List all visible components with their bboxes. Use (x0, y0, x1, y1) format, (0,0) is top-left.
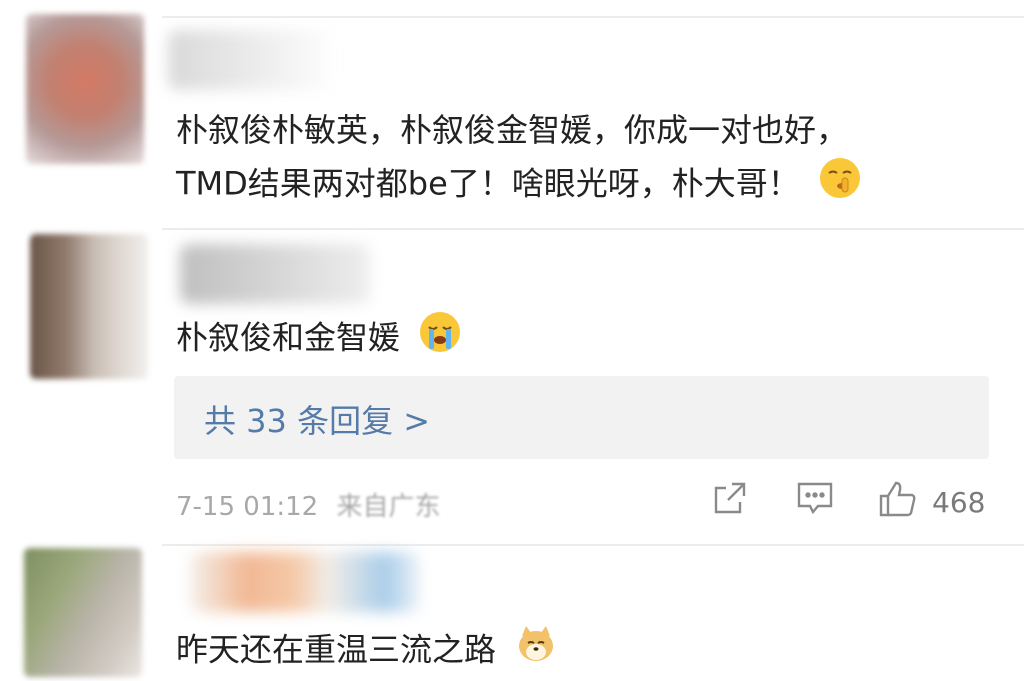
location: 来自广东 (336, 492, 441, 522)
reply-box[interactable]: 共 33 条回复 > (174, 376, 989, 459)
username-blurred[interactable] (190, 552, 420, 612)
comment-icon[interactable] (796, 480, 834, 520)
comment-line: TMD结果两对都be了！啥眼光呀，朴大哥！ (176, 156, 862, 215)
username-blurred[interactable] (168, 30, 338, 90)
comment-line-text: TMD结果两对都be了！啥眼光呀，朴大哥！ (176, 164, 800, 203)
divider-1 (162, 228, 1024, 230)
comment-line: 昨天还在重温三流之路 (176, 630, 497, 669)
like-icon[interactable] (878, 480, 918, 522)
avatar[interactable] (30, 234, 148, 379)
avatar[interactable] (24, 548, 142, 677)
comment-text: 朴叙俊和金智媛 (176, 310, 462, 369)
comment-line: 朴叙俊和金智媛 (176, 318, 401, 357)
comment-meta: 7-15 01:12 来自广东 (176, 486, 440, 523)
timestamp: 7-15 01:12 (176, 492, 319, 522)
share-icon[interactable] (712, 480, 748, 520)
doge-emoji-icon (514, 622, 558, 681)
view-replies-link[interactable]: 共 33 条回复 > (204, 396, 430, 442)
avatar[interactable] (26, 14, 144, 164)
comment-line: 朴叙俊朴敏英，朴叙俊金智媛，你成一对也好， (176, 111, 849, 149)
divider-top (162, 16, 1024, 18)
comment-text: 朴叙俊朴敏英，朴叙俊金智媛，你成一对也好， TMD结果两对都be了！啥眼光呀，朴… (176, 104, 862, 215)
comment-text: 昨天还在重温三流之路 (176, 622, 558, 681)
divider-2 (162, 544, 1024, 546)
like-count: 468 (932, 486, 986, 519)
shush-emoji-icon (818, 156, 862, 215)
crying-emoji-icon (418, 310, 462, 369)
username-blurred[interactable] (180, 244, 370, 304)
